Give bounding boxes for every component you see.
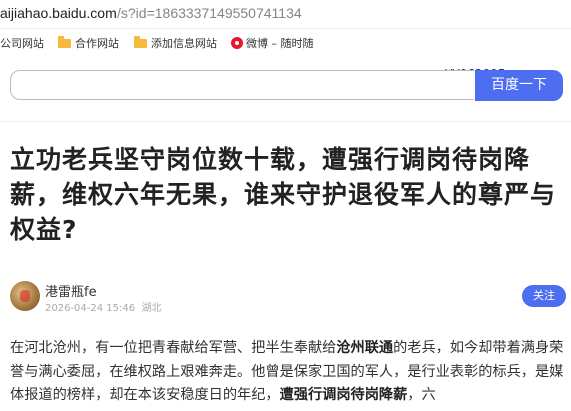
- address-bar[interactable]: aijiahao.baidu.com /s?id=186333714955074…: [0, 0, 571, 29]
- post-date: 2026-04-24 15:46: [45, 303, 136, 314]
- follow-button[interactable]: 关注: [522, 285, 566, 307]
- avatar-image: [20, 290, 30, 302]
- author-name[interactable]: 港雷瓶fe: [45, 281, 97, 300]
- post-meta: 2026-04-24 15:46 湖北: [45, 299, 161, 314]
- folder-icon: [58, 36, 71, 48]
- avatar[interactable]: [10, 281, 40, 311]
- bookmark-label: 微博 – 随时随: [246, 37, 314, 50]
- body-highlight: 遭强行调岗待岗降薪: [279, 387, 408, 403]
- article-body: 在河北沧州，有一位把青春献给军营、把半生奉献给沧州联通的老兵，如今却带着满身荣誉…: [10, 337, 571, 408]
- search-input[interactable]: [10, 70, 474, 100]
- author-row: 港雷瓶fe 2026-04-24 15:46 湖北 关注: [10, 279, 570, 315]
- bookmark-partner-sites[interactable]: 合作网站: [58, 29, 119, 59]
- bookmark-label: 合作网站: [75, 37, 119, 50]
- bookmark-company-site[interactable]: 公司网站: [0, 29, 44, 59]
- bookmarks-bar: 公司网站 合作网站 添加信息网站 微博 – 随时随 YY062095: [0, 29, 571, 81]
- url-path: /s?id=1863337149550741134: [117, 5, 302, 21]
- bookmark-add-info-sites[interactable]: 添加信息网站: [134, 29, 217, 59]
- bookmark-weibo[interactable]: 微博 – 随时随: [231, 29, 314, 59]
- folder-icon: [134, 36, 147, 48]
- body-text: 在河北沧州，有一位把青春献给军营、把半生奉献给: [10, 340, 337, 356]
- bookmark-label: 公司网站: [0, 37, 44, 50]
- post-location: 湖北: [141, 303, 162, 314]
- body-highlight: 沧州联通: [336, 340, 394, 356]
- url-host: aijiahao.baidu.com: [0, 5, 117, 21]
- weibo-icon: [231, 37, 243, 49]
- search-button[interactable]: 百度一下: [475, 70, 563, 101]
- article-title: 立功老兵坚守岗位数十载，遭强行调岗待岗降薪，维权六年无果，谁来守护退役军人的尊严…: [10, 145, 557, 244]
- bookmark-label: 添加信息网站: [151, 37, 217, 50]
- divider: [0, 121, 571, 122]
- body-text: ，六: [407, 387, 436, 403]
